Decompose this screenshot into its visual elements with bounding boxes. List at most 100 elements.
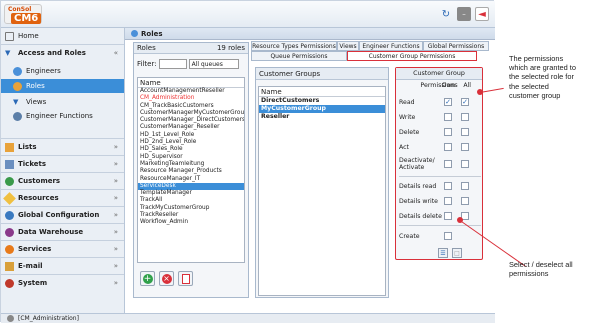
list-item[interactable]: MarketingTeamleitung [138, 161, 244, 168]
list-item[interactable]: TemplateManager [138, 190, 244, 197]
permission-row-act: Act [399, 143, 481, 151]
add-role-button[interactable]: + [140, 271, 155, 286]
list-item[interactable]: ResourceManager_IT [138, 176, 244, 183]
permission-label: Create [399, 232, 420, 240]
roles-list-header[interactable]: Name [138, 78, 244, 88]
tab-customer-group-permissions[interactable]: Customer Group Permissions [347, 51, 477, 61]
sidebar-group-access-roles[interactable]: ▼ Access and Roles « [1, 47, 124, 59]
read-own-checkbox[interactable]: ✓ [444, 98, 452, 106]
sidebar-group-tickets[interactable]: Tickets » [1, 158, 124, 170]
expand-icon[interactable]: » [114, 143, 118, 151]
write-all-checkbox[interactable] [461, 113, 469, 121]
details-delete-own-checkbox[interactable] [444, 212, 452, 220]
collapse-icon[interactable]: « [114, 49, 118, 57]
sidebar-item-engineer-functions[interactable]: Engineer Functions [1, 110, 124, 122]
permission-row-delete: Delete [399, 128, 481, 136]
home-icon [5, 31, 14, 41]
details-write-own-checkbox[interactable] [444, 197, 452, 205]
list-item[interactable]: CustomerManagerMyCustomerGroup [138, 110, 244, 117]
deactivate-own-checkbox[interactable] [444, 160, 452, 168]
queue-filter-select[interactable]: All queues [188, 59, 239, 69]
sidebar-group-global-configuration[interactable]: Global Configuration » [1, 209, 124, 221]
expand-icon[interactable]: » [114, 228, 118, 236]
list-item[interactable]: CustomerManager_Reseller [138, 124, 244, 131]
list-item[interactable]: CM_Administration [138, 95, 244, 102]
list-item[interactable]: HD_2nd_Level_Role [138, 139, 244, 146]
select-all-button[interactable]: ☰ [438, 248, 448, 258]
expand-icon[interactable]: » [114, 262, 118, 270]
list-item[interactable]: MyCustomerGroup [259, 105, 385, 113]
permission-row-details-write: Details write [399, 197, 481, 205]
sidebar-group-label: System [18, 279, 48, 287]
act-own-checkbox[interactable] [444, 143, 452, 151]
sidebar-group-customers[interactable]: Customers » [1, 175, 124, 187]
tab-resource-types-permissions[interactable]: Resource Types Permissions [251, 41, 337, 51]
expand-icon[interactable]: » [114, 177, 118, 185]
window-icon[interactable]: – [457, 7, 471, 21]
expand-icon[interactable]: » [114, 279, 118, 287]
list-item[interactable]: Workflow_Admin [138, 219, 244, 226]
sidebar-item-label: Engineer Functions [26, 112, 93, 120]
list-item[interactable]: DirectCustomers [259, 97, 385, 105]
create-own-checkbox[interactable] [444, 232, 452, 240]
refresh-icon[interactable]: ↻ [439, 7, 453, 21]
sidebar-group-system[interactable]: System » [1, 277, 124, 289]
annotation-line: Select / deselect all [509, 260, 573, 269]
sidebar-group-label: Services [18, 245, 52, 253]
sidebar-group-label: E-mail [18, 262, 43, 270]
copy-role-button[interactable] [178, 271, 193, 286]
page-title-text: Roles [141, 29, 163, 38]
sidebar-group-resources[interactable]: Resources » [1, 191, 124, 205]
delete-own-checkbox[interactable] [444, 128, 452, 136]
read-all-checkbox[interactable]: ✓ [461, 98, 469, 106]
details-read-all-checkbox[interactable] [461, 182, 469, 190]
annotation-granted: The permissions which are granted to the… [509, 54, 576, 100]
list-item[interactable]: HD_Sales_Role [138, 146, 244, 153]
list-item[interactable]: TrackAll [138, 197, 244, 204]
list-item[interactable]: Resource Manager_Products [138, 168, 244, 175]
expand-icon[interactable]: » [114, 211, 118, 219]
sidebar-group-data-warehouse[interactable]: Data Warehouse » [1, 226, 124, 238]
list-item[interactable]: CM_TrackBasicCustomers [138, 103, 244, 110]
copy-icon [181, 273, 190, 284]
deselect-all-button[interactable]: □ [452, 248, 462, 258]
permission-label-line1: Deactivate/ [399, 157, 435, 164]
tab-queue-permissions[interactable]: Queue Permissions [251, 51, 347, 61]
details-write-all-checkbox[interactable] [461, 197, 469, 205]
expand-icon[interactable]: » [114, 245, 118, 253]
sidebar-group-services[interactable]: Services » [1, 243, 124, 255]
list-item[interactable]: HD_Supervisor [138, 154, 244, 161]
delete-all-checkbox[interactable] [461, 128, 469, 136]
deactivate-all-checkbox[interactable] [461, 160, 469, 168]
customer-groups-header[interactable]: Name [259, 87, 385, 97]
delete-role-button[interactable]: × [159, 271, 174, 286]
sidebar-group-lists[interactable]: Lists » [1, 141, 124, 153]
customer-groups-title: Customer Groups [256, 68, 388, 80]
tab-global-permissions[interactable]: Global Permissions [423, 41, 489, 51]
sidebar-item-home[interactable]: Home [1, 30, 124, 42]
expand-icon[interactable]: » [114, 194, 118, 202]
logout-icon[interactable]: ◄ [475, 7, 489, 21]
write-own-checkbox[interactable] [444, 113, 452, 121]
sidebar-item-engineers[interactable]: Engineers [1, 65, 124, 77]
details-read-own-checkbox[interactable] [444, 182, 452, 190]
list-item[interactable]: ServiceDesk [138, 182, 244, 191]
permission-row-details-delete: Details delete [399, 212, 481, 220]
sidebar-item-roles[interactable]: Roles [1, 79, 124, 93]
list-item[interactable]: HD_1st_Level_Role [138, 132, 244, 139]
tab-views[interactable]: Views [337, 41, 359, 51]
sidebar-group-email[interactable]: E-mail » [1, 260, 124, 272]
filter-input[interactable] [158, 59, 187, 69]
list-item[interactable]: TrackReseller [138, 212, 244, 219]
list-item[interactable]: TrackMyCustomerGroup [138, 205, 244, 212]
list-item[interactable]: AccountManagementReseller [138, 88, 244, 95]
tickets-icon [5, 159, 14, 169]
user-icon [7, 315, 14, 322]
sidebar-item-views[interactable]: ▼ Views [1, 96, 124, 108]
sidebar: Home ▼ Access and Roles « Engineers Roles … [1, 28, 125, 313]
list-item[interactable]: CustomerManager_DirectCustomers [138, 117, 244, 124]
expand-icon[interactable]: » [114, 160, 118, 168]
list-item[interactable]: Reseller [259, 113, 385, 121]
tab-engineer-functions[interactable]: Engineer Functions [359, 41, 423, 51]
act-all-checkbox[interactable] [461, 143, 469, 151]
